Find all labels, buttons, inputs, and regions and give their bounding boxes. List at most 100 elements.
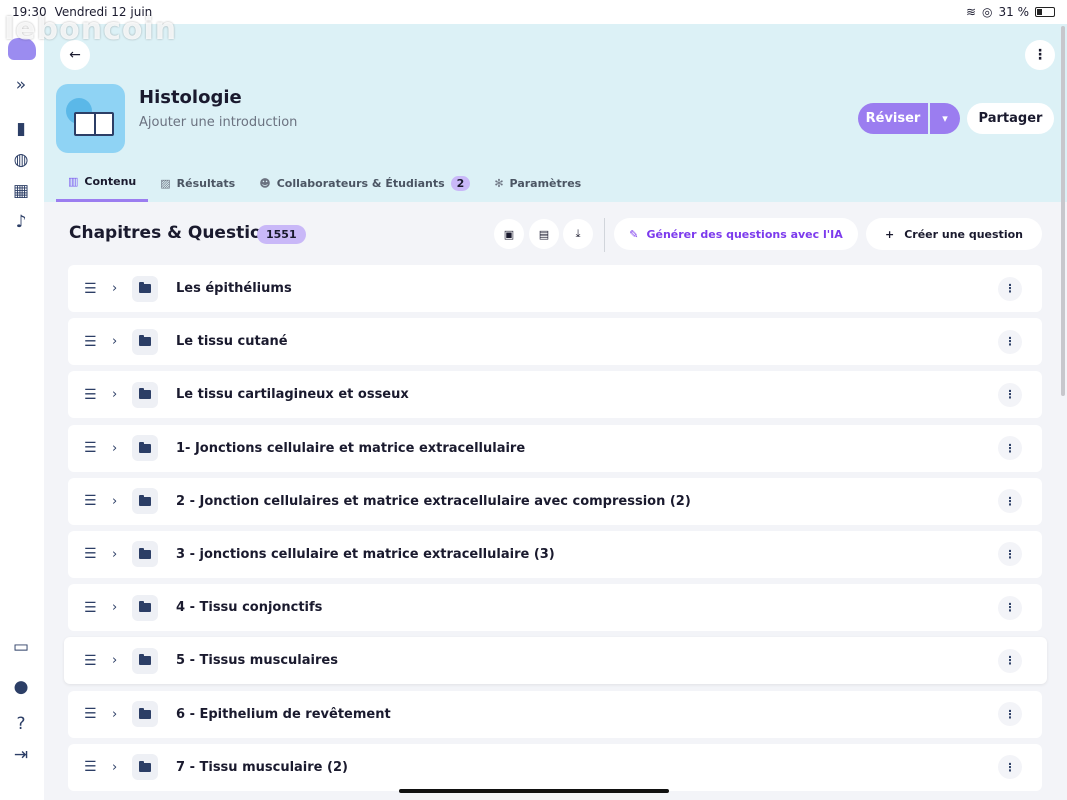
open-book-icon	[74, 112, 114, 136]
create-question-button[interactable]: + Créer une question	[866, 218, 1042, 250]
drag-handle-icon[interactable]: ☰	[84, 759, 97, 775]
download-icon: ⤓	[575, 227, 581, 240]
folder-icon	[132, 754, 158, 781]
tab-settings[interactable]: ✻ Paramètres	[482, 164, 593, 202]
chevron-right-icon[interactable]: ›	[112, 653, 117, 668]
folder-plus-icon: ▣	[503, 227, 515, 241]
drag-handle-icon[interactable]: ☰	[84, 653, 97, 669]
more-vertical-icon[interactable]: ⋮	[998, 436, 1022, 461]
list-item[interactable]: ☰ › 7 - Tissu musculaire (2) ⋮	[68, 743, 1042, 791]
book-icon[interactable]: ▮	[10, 118, 32, 140]
drag-handle-icon[interactable]: ☰	[84, 281, 97, 297]
list-item[interactable]: ☰ › 4 - Tissu conjonctifs ⋮	[68, 584, 1042, 632]
home-indicator[interactable]	[399, 789, 669, 793]
more-vertical-icon[interactable]: ⋮	[998, 276, 1022, 301]
logout-icon[interactable]: ⇥	[10, 744, 32, 766]
list-item[interactable]: ☰ › 6 - Epithelium de revêtement ⋮	[68, 690, 1042, 738]
globe-icon[interactable]: ◍	[10, 149, 32, 171]
tab-content[interactable]: ▥ Contenu	[56, 164, 149, 202]
language-icon[interactable]: ▭	[10, 636, 32, 658]
course-header: ← ⋮ Histologie Ajouter une introduction …	[44, 24, 1067, 202]
chart-icon: ▨	[160, 176, 171, 190]
chapter-title: 3 - jonctions cellulaire et matrice extr…	[176, 546, 555, 562]
tab-results[interactable]: ▨ Résultats	[148, 164, 247, 202]
calendar-icon[interactable]: ▦	[10, 180, 32, 202]
drag-handle-icon[interactable]: ☰	[84, 440, 97, 456]
share-button[interactable]: Partager	[967, 103, 1054, 134]
chapter-title: 4 - Tissu conjonctifs	[176, 600, 323, 616]
watermark: leboncoin	[4, 12, 178, 47]
chapter-title: 7 - Tissu musculaire (2)	[176, 759, 348, 775]
chevron-right-icon[interactable]: ›	[112, 494, 117, 509]
chapter-title: Les épithéliums	[176, 281, 292, 296]
chevron-right-icon[interactable]: ›	[112, 547, 117, 562]
list-item[interactable]: ☰ › 2 - Jonction cellulaires et matrice …	[68, 477, 1042, 525]
generate-ai-button[interactable]: ✎ Générer des questions avec l'IA	[614, 218, 858, 250]
list-item[interactable]: ☰ › Le tissu cartilagineux et osseux ⋮	[68, 371, 1042, 419]
list-item[interactable]: ☰ › 1- Jonctions cellulaire et matrice e…	[68, 424, 1042, 472]
more-vertical-icon[interactable]: ⋮	[998, 489, 1022, 514]
tab-results-label: Résultats	[176, 176, 236, 190]
folder-icon	[132, 381, 158, 408]
more-vertical-icon[interactable]: ⋮	[998, 648, 1022, 673]
expand-icon[interactable]: »	[10, 74, 32, 96]
course-more-button[interactable]: ⋮	[1025, 40, 1055, 70]
chevron-right-icon[interactable]: ›	[112, 281, 117, 296]
more-vertical-icon[interactable]: ⋮	[998, 329, 1022, 354]
toolbar-divider	[604, 218, 605, 252]
list-item[interactable]: ☰ › Le tissu cutané ⋮	[68, 318, 1042, 366]
chapter-title: Le tissu cutané	[176, 334, 288, 350]
folder-icon	[132, 435, 158, 462]
status-right: ≋ ◎ 31 %	[966, 5, 1055, 19]
help-icon[interactable]: ?	[10, 713, 32, 735]
chevron-right-icon[interactable]: ›	[112, 441, 117, 456]
tab-bar: ▥ Contenu ▨ Résultats ☻ Collaborateurs &…	[56, 164, 593, 202]
tab-settings-label: Paramètres	[509, 176, 582, 190]
drag-handle-icon[interactable]: ☰	[84, 546, 97, 562]
chevron-right-icon[interactable]: ›	[112, 387, 117, 402]
page-title: Histologie	[139, 87, 242, 108]
chevron-right-icon[interactable]: ›	[112, 760, 117, 775]
review-dropdown-button[interactable]: ▾	[930, 103, 960, 134]
chevron-right-icon[interactable]: ›	[112, 600, 117, 615]
drag-handle-icon[interactable]: ☰	[84, 600, 97, 616]
section-title: Chapitres & Questions	[69, 223, 284, 243]
chapter-title: 1- Jonctions cellulaire et matrice extra…	[176, 440, 526, 456]
course-thumbnail[interactable]	[56, 84, 125, 153]
drag-handle-icon[interactable]: ☰	[84, 706, 97, 722]
battery-label: 31 %	[998, 5, 1030, 19]
more-vertical-icon[interactable]: ⋮	[998, 542, 1022, 567]
bell-icon[interactable]: ♪	[10, 211, 32, 233]
chapter-title: Le tissu cartilagineux et osseux	[176, 387, 409, 403]
new-folder-button[interactable]: ▣	[494, 219, 524, 249]
more-vertical-icon[interactable]: ⋮	[998, 382, 1022, 407]
more-vertical-icon[interactable]: ⋮	[998, 595, 1022, 620]
scrollbar[interactable]	[1061, 26, 1065, 396]
download-button[interactable]: ⤓	[563, 219, 593, 249]
content-toolbar: Chapitres & Questions 1551 ▣ ▤ ⤓ ✎ Génér…	[44, 218, 1067, 252]
chevron-right-icon[interactable]: ›	[112, 707, 117, 722]
chapter-list: ☰ › Les épithéliums ⋮ ☰ › Le tissu cutan…	[64, 265, 1047, 797]
chevron-right-icon[interactable]: ›	[112, 334, 117, 349]
chapter-title: 2 - Jonction cellulaires et matrice extr…	[176, 493, 691, 509]
add-intro-link[interactable]: Ajouter une introduction	[139, 115, 297, 130]
more-vertical-icon[interactable]: ⋮	[998, 702, 1022, 726]
generate-ai-label: Générer des questions avec l'IA	[646, 227, 843, 241]
more-vertical-icon[interactable]: ⋮	[998, 755, 1022, 780]
list-item[interactable]: ☰ › 5 - Tissus musculaires ⋮	[64, 637, 1047, 685]
tab-collaborators[interactable]: ☻ Collaborateurs & Étudiants 2	[247, 164, 482, 202]
drag-handle-icon[interactable]: ☰	[84, 387, 97, 403]
drag-handle-icon[interactable]: ☰	[84, 334, 97, 350]
folder-icon	[132, 647, 158, 674]
new-file-button[interactable]: ▤	[529, 219, 559, 249]
chapter-title: 5 - Tissus musculaires	[176, 653, 338, 669]
drag-handle-icon[interactable]: ☰	[84, 493, 97, 509]
create-question-label: Créer une question	[904, 227, 1023, 241]
lock-rotation-icon: ◎	[982, 5, 993, 19]
magic-wand-icon: ✎	[629, 227, 639, 241]
list-item[interactable]: ☰ › Les épithéliums ⋮	[68, 265, 1042, 312]
user-icon[interactable]: ●	[10, 676, 32, 698]
folder-icon	[132, 701, 158, 727]
review-button[interactable]: Réviser	[858, 103, 928, 134]
list-item[interactable]: ☰ › 3 - jonctions cellulaire et matrice …	[68, 530, 1042, 578]
